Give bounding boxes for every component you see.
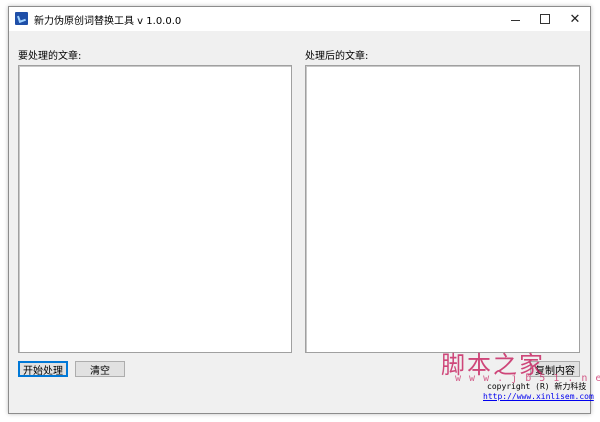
source-article-input[interactable] <box>18 65 292 353</box>
close-button[interactable]: ✕ <box>560 7 590 31</box>
source-article-label: 要处理的文章: <box>18 51 82 62</box>
app-window: 新力伪原创词替换工具 v 1.0.0.0 ✕ 要处理的文章: 处理后的文章: 开… <box>8 6 600 414</box>
maximize-button[interactable] <box>530 7 560 31</box>
website-link[interactable]: http://www.xinlisem.com <box>483 392 594 401</box>
window-title: 新力伪原创词替换工具 v 1.0.0.0 <box>34 16 182 27</box>
close-icon: ✕ <box>569 11 581 27</box>
app-icon <box>15 12 28 25</box>
result-article-output[interactable] <box>305 65 580 353</box>
maximize-icon <box>540 14 550 24</box>
copyright-text: copyright (R) 新力科技 <box>487 382 587 391</box>
start-processing-button[interactable]: 开始处理 <box>18 361 68 377</box>
title-bar[interactable]: 新力伪原创词替换工具 v 1.0.0.0 ✕ <box>9 7 590 31</box>
minimize-button[interactable] <box>500 7 530 31</box>
result-article-label: 处理后的文章: <box>305 51 369 62</box>
clear-button[interactable]: 清空 <box>75 361 125 377</box>
minimize-icon <box>510 20 520 21</box>
